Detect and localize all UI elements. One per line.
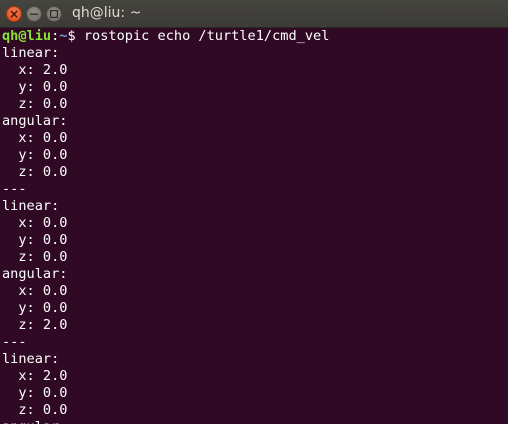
- output-lines: linear: x: 2.0 y: 0.0 z: 0.0 angular: x: …: [2, 45, 508, 424]
- output-line: y: 0.0: [2, 300, 68, 316]
- command-text: rostopic echo /turtle1/cmd_vel: [83, 28, 330, 44]
- output-line: z: 0.0: [2, 96, 68, 112]
- terminal-output[interactable]: qh@liu:~$ rostopic echo /turtle1/cmd_vel…: [2, 28, 508, 424]
- output-line: ---: [2, 334, 27, 350]
- output-line: z: 0.0: [2, 164, 68, 180]
- output-line: angular:: [2, 419, 508, 424]
- output-line: angular:: [2, 266, 68, 282]
- output-line: y: 0.0: [2, 147, 68, 163]
- output-line: x: 2.0: [2, 368, 68, 384]
- terminal-window: × − qh@liu: ~ qh@liu:~$ rostopic echo /t…: [0, 0, 508, 424]
- output-line: y: 0.0: [2, 385, 68, 401]
- close-icon: ×: [8, 7, 20, 21]
- maximize-icon: [50, 10, 58, 18]
- title-bar[interactable]: × − qh@liu: ~: [0, 0, 508, 28]
- window-title: qh@liu: ~: [72, 5, 142, 21]
- output-line: x: 0.0: [2, 215, 68, 231]
- output-line: x: 0.0: [2, 130, 68, 146]
- prompt-user-host: qh@liu: [2, 28, 52, 44]
- output-line: linear:: [2, 198, 60, 214]
- output-line: linear:: [2, 45, 60, 61]
- output-line: z: 0.0: [2, 249, 68, 265]
- close-button[interactable]: ×: [6, 6, 22, 22]
- output-line: y: 0.0: [2, 79, 68, 95]
- output-line: ---: [2, 181, 27, 197]
- minimize-button[interactable]: −: [26, 6, 42, 22]
- maximize-button[interactable]: [46, 6, 62, 22]
- output-line: z: 2.0: [2, 317, 68, 333]
- output-line: z: 0.0: [2, 402, 68, 418]
- prompt-symbol: $: [67, 28, 84, 44]
- output-line: x: 0.0: [2, 283, 68, 299]
- output-line: y: 0.0: [2, 232, 68, 248]
- minimize-icon: −: [28, 7, 40, 21]
- output-line: x: 2.0: [2, 62, 68, 78]
- output-line: linear:: [2, 351, 60, 367]
- output-line: angular:: [2, 113, 68, 129]
- command-line: qh@liu:~$ rostopic echo /turtle1/cmd_vel: [2, 28, 508, 45]
